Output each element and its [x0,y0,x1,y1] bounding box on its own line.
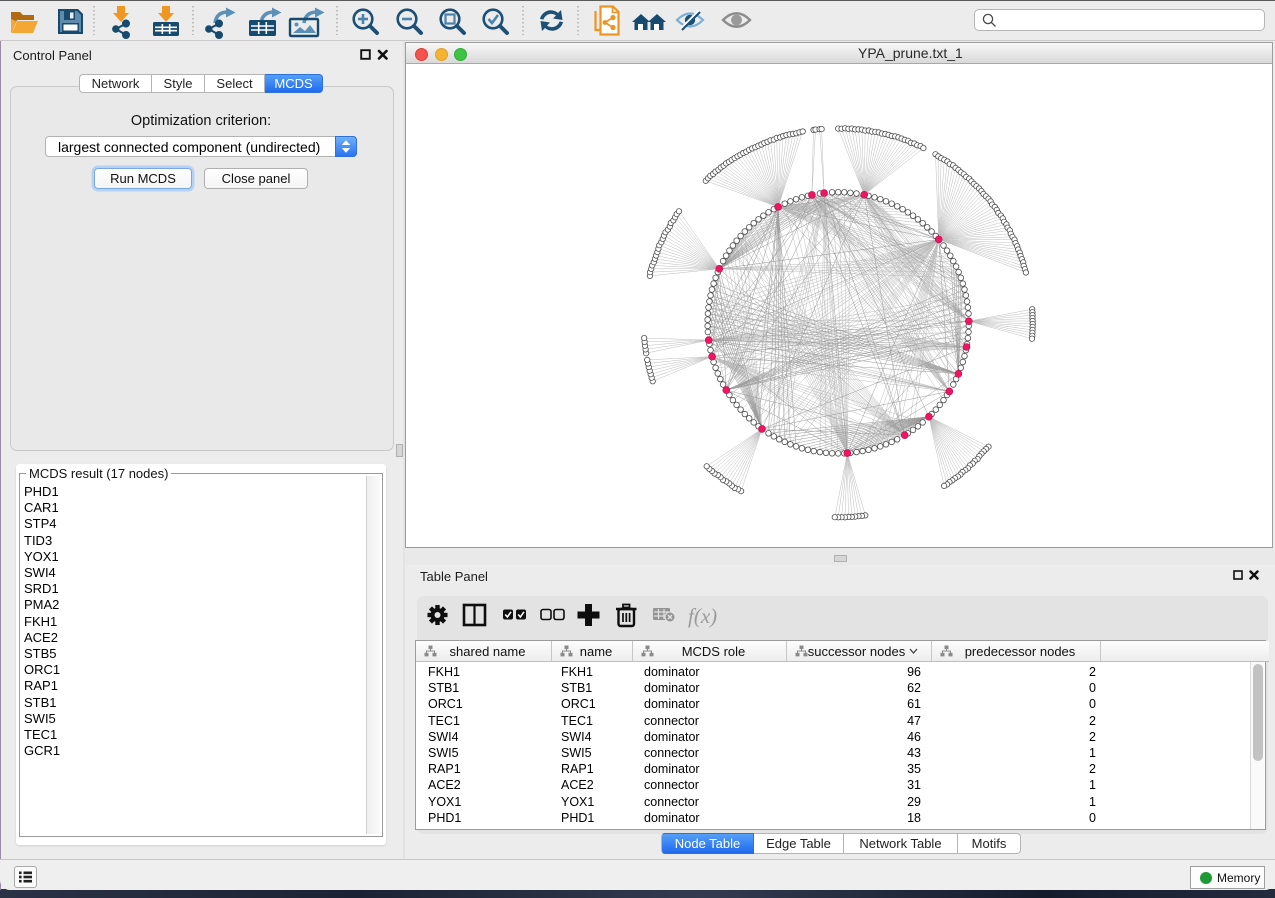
svg-text:f(x): f(x) [688,604,717,628]
